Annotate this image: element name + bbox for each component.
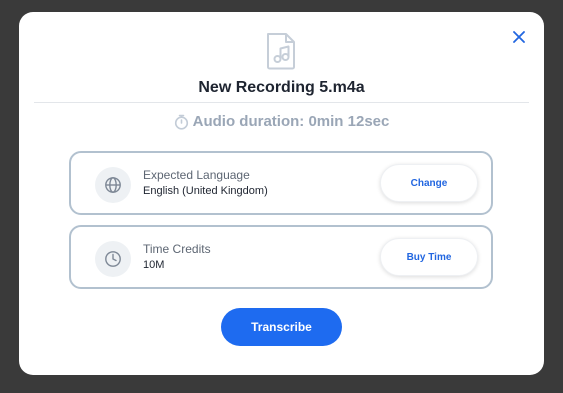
title-divider bbox=[34, 102, 529, 103]
change-language-button[interactable]: Change bbox=[380, 164, 478, 202]
expected-language-card: Expected Language English (United Kingdo… bbox=[69, 151, 493, 215]
dialog-title: New Recording 5.m4a bbox=[198, 79, 365, 96]
transcribe-dialog: New Recording 5.m4a Audio duration: 0min… bbox=[19, 12, 544, 375]
time-credits-label: Time Credits bbox=[143, 242, 211, 256]
audio-duration-text: Audio duration: 0min 12sec bbox=[192, 113, 390, 130]
expected-language-label: Expected Language bbox=[143, 168, 250, 182]
close-icon bbox=[513, 31, 525, 43]
audio-file-icon bbox=[267, 33, 295, 70]
clock-icon bbox=[95, 241, 131, 277]
audio-duration: Audio duration: 0min 12sec bbox=[19, 113, 544, 130]
expected-language-value: English (United Kingdom) bbox=[143, 185, 268, 197]
transcribe-button[interactable]: Transcribe bbox=[221, 308, 342, 346]
stopwatch-icon bbox=[174, 114, 188, 130]
time-credits-card: Time Credits 10M Buy Time bbox=[69, 225, 493, 289]
close-button[interactable] bbox=[508, 26, 530, 48]
time-credits-value: 10M bbox=[143, 259, 165, 271]
globe-icon bbox=[95, 167, 131, 203]
buy-time-button[interactable]: Buy Time bbox=[380, 238, 478, 276]
